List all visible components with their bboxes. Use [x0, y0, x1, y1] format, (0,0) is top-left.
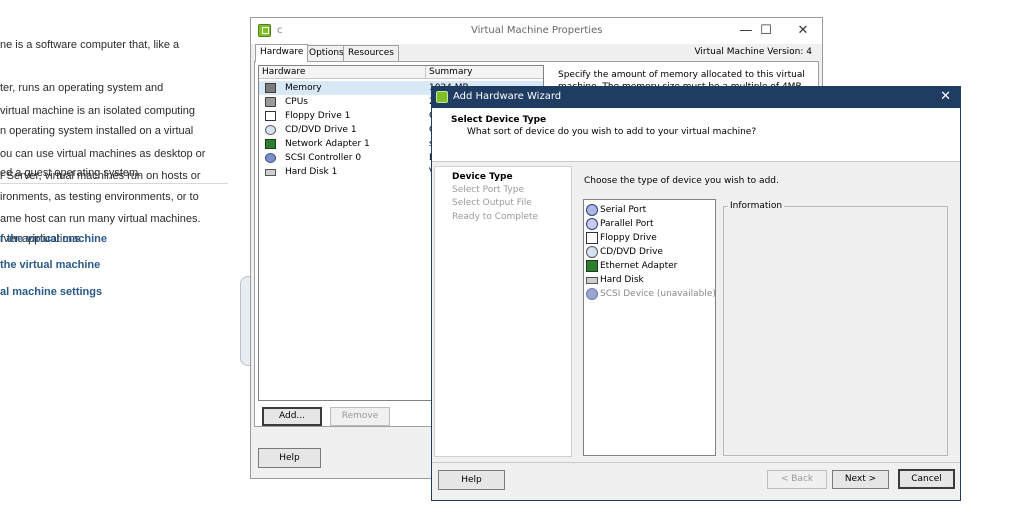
step-select-output-file: Select Output File — [452, 198, 532, 208]
ethernet-adapter-icon — [586, 260, 598, 272]
parallel-port-icon — [586, 218, 598, 230]
window-title-fragment: c — [277, 25, 283, 36]
information-label: Information — [728, 201, 785, 211]
hardware-label: Floppy Drive 1 — [285, 111, 351, 121]
hardware-label: CD/DVD Drive 1 — [285, 125, 357, 135]
device-label: SCSI Device (unavailable) — [600, 289, 716, 299]
wizard-title: Add Hardware Wizard — [453, 91, 562, 102]
floppy-icon — [586, 232, 598, 244]
title-bar: c Virtual Machine Properties — ☐ ✕ — [251, 18, 822, 44]
tab-hardware[interactable]: Hardware — [255, 44, 309, 62]
device-label: CD/DVD Drive — [600, 247, 663, 257]
serial-port-icon — [586, 204, 598, 216]
device-label: Hard Disk — [600, 275, 644, 285]
help-line: r Server, virtual machines run on hosts … — [0, 170, 201, 183]
add-hardware-button[interactable]: Add... — [262, 407, 322, 426]
device-item-scsi-device: SCSI Device (unavailable) — [585, 287, 716, 301]
add-hardware-wizard: Add Hardware Wizard ✕ Select Device Type… — [431, 86, 961, 501]
device-item-ethernet-adapter[interactable]: Ethernet Adapter — [585, 259, 715, 273]
next-button[interactable]: Next > — [832, 470, 889, 489]
help-line: ame host can run many virtual machines. — [0, 213, 201, 226]
hardware-label: Memory — [285, 83, 322, 93]
hardware-label: CPUs — [285, 97, 308, 107]
cancel-button[interactable]: Cancel — [898, 469, 955, 489]
cd-dvd-icon — [265, 125, 276, 135]
vm-app-icon — [258, 24, 271, 37]
close-icon[interactable]: ✕ — [940, 89, 951, 105]
task-link-1[interactable]: f the virtual machine — [0, 233, 107, 245]
scsi-controller-icon — [265, 153, 276, 163]
device-label: Parallel Port — [600, 219, 654, 229]
wizard-header-subtitle: What sort of device do you wish to add t… — [467, 127, 757, 137]
floppy-icon — [265, 111, 276, 121]
hardware-list-header: Hardware Summary — [259, 66, 543, 79]
cd-dvd-icon — [586, 246, 598, 258]
help-line: virtual machine is an isolated computing — [0, 105, 196, 118]
device-item-floppy-drive[interactable]: Floppy Drive — [585, 231, 715, 245]
cpu-icon — [265, 97, 276, 107]
wizard-steps-panel: Device Type Select Port Type Select Outp… — [434, 166, 572, 457]
wizard-app-icon — [436, 91, 448, 103]
hard-disk-icon — [265, 169, 276, 176]
help-page: ne is a software computer that, like a t… — [0, 0, 240, 528]
window-title: Virtual Machine Properties — [471, 25, 603, 36]
hardware-label: SCSI Controller 0 — [285, 153, 362, 163]
hardware-label: Network Adapter 1 — [285, 139, 370, 149]
device-item-cd-dvd-drive[interactable]: CD/DVD Drive — [585, 245, 715, 259]
device-label: Serial Port — [600, 205, 647, 215]
wizard-header: Select Device Type What sort of device d… — [432, 108, 960, 162]
wizard-instruction: Choose the type of device you wish to ad… — [584, 176, 779, 186]
task-link-3[interactable]: al machine settings — [0, 286, 102, 298]
hardware-label: Hard Disk 1 — [285, 167, 338, 177]
network-adapter-icon — [265, 139, 276, 149]
close-icon[interactable]: ✕ — [785, 21, 821, 41]
column-header-summary[interactable]: Summary — [425, 66, 543, 79]
wizard-header-title: Select Device Type — [451, 115, 547, 125]
device-item-serial-port[interactable]: Serial Port — [585, 203, 715, 217]
column-header-hardware[interactable]: Hardware — [259, 66, 425, 79]
hard-disk-icon — [586, 277, 598, 284]
vm-help-button[interactable]: Help — [258, 448, 321, 468]
maximize-icon[interactable]: ☐ — [748, 21, 784, 41]
scsi-device-icon — [586, 288, 598, 300]
device-label: Ethernet Adapter — [600, 261, 678, 271]
device-item-hard-disk[interactable]: Hard Disk — [585, 273, 715, 287]
help-line: ne is a software computer that, like a — [0, 39, 180, 52]
step-select-port-type: Select Port Type — [452, 185, 524, 195]
task-link-2[interactable]: the virtual machine — [0, 259, 100, 271]
memory-icon — [265, 83, 276, 93]
wizard-footer-divider — [432, 462, 960, 463]
information-group: Information — [723, 201, 948, 456]
step-device-type: Device Type — [452, 172, 513, 182]
device-label: Floppy Drive — [600, 233, 657, 243]
device-item-parallel-port[interactable]: Parallel Port — [585, 217, 715, 231]
tab-resources[interactable]: Resources — [343, 45, 399, 61]
remove-hardware-button[interactable]: Remove — [330, 407, 390, 426]
step-ready-to-complete: Ready to Complete — [452, 212, 539, 222]
wizard-title-bar: Add Hardware Wizard ✕ — [432, 87, 960, 108]
back-button[interactable]: < Back — [767, 470, 827, 489]
divider — [0, 183, 228, 184]
device-type-list[interactable]: Serial Port Parallel Port Floppy Drive C… — [583, 199, 716, 456]
wizard-help-button[interactable]: Help — [438, 470, 505, 490]
vm-version-label: Virtual Machine Version: 4 — [694, 47, 812, 57]
description-line: Specify the amount of memory allocated t… — [558, 70, 805, 80]
